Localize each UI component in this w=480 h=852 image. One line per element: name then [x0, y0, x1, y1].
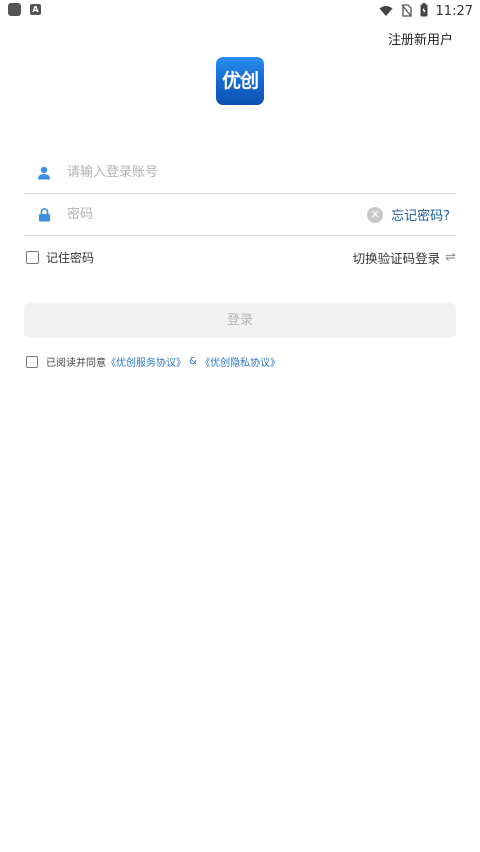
- status-left: A: [8, 3, 41, 16]
- password-input[interactable]: [67, 207, 368, 222]
- no-sim-icon: [401, 2, 412, 21]
- app-logo: 优创: [216, 57, 264, 105]
- privacy-agreement-link[interactable]: 《优创隐私协议》: [200, 354, 280, 369]
- agreement-prefix: 已阅读并同意: [46, 358, 106, 369]
- switch-code-login-label: 切换验证码登录: [352, 250, 441, 266]
- status-right: 11:27: [379, 2, 473, 21]
- account-input[interactable]: [67, 165, 456, 180]
- user-icon: [35, 164, 53, 182]
- options-row: 记住密码 切换验证码登录 ⇌: [26, 248, 456, 266]
- service-agreement-link[interactable]: 《优创服务协议》: [106, 354, 186, 369]
- agreement-connector: &: [186, 356, 201, 367]
- clear-password-icon[interactable]: ✕: [367, 206, 384, 223]
- wifi-icon: [379, 2, 393, 21]
- switch-code-login-button[interactable]: 切换验证码登录 ⇌: [353, 248, 456, 267]
- status-bar: A 11:27: [0, 0, 480, 22]
- battery-icon: [420, 2, 428, 21]
- account-field-row: [24, 152, 456, 194]
- forgot-password-link[interactable]: 忘记密码?: [391, 205, 450, 224]
- app-icon: [8, 3, 21, 16]
- lock-icon: [35, 206, 53, 224]
- agreement-checkbox[interactable]: [26, 355, 38, 368]
- login-button[interactable]: 登录: [24, 303, 456, 338]
- status-time: 11:27: [435, 4, 473, 19]
- swap-icon: ⇌: [445, 249, 456, 265]
- remember-password-checkbox[interactable]: [26, 250, 39, 264]
- agreement-row: 已阅读并同意 《优创服务协议》 & 《优创隐私协议》: [26, 354, 280, 369]
- remember-password-label[interactable]: 记住密码: [46, 249, 94, 266]
- register-link[interactable]: 注册新用户: [388, 29, 453, 48]
- password-field-row: ✕ 忘记密码?: [24, 194, 456, 236]
- notification-a-icon: A: [30, 4, 41, 15]
